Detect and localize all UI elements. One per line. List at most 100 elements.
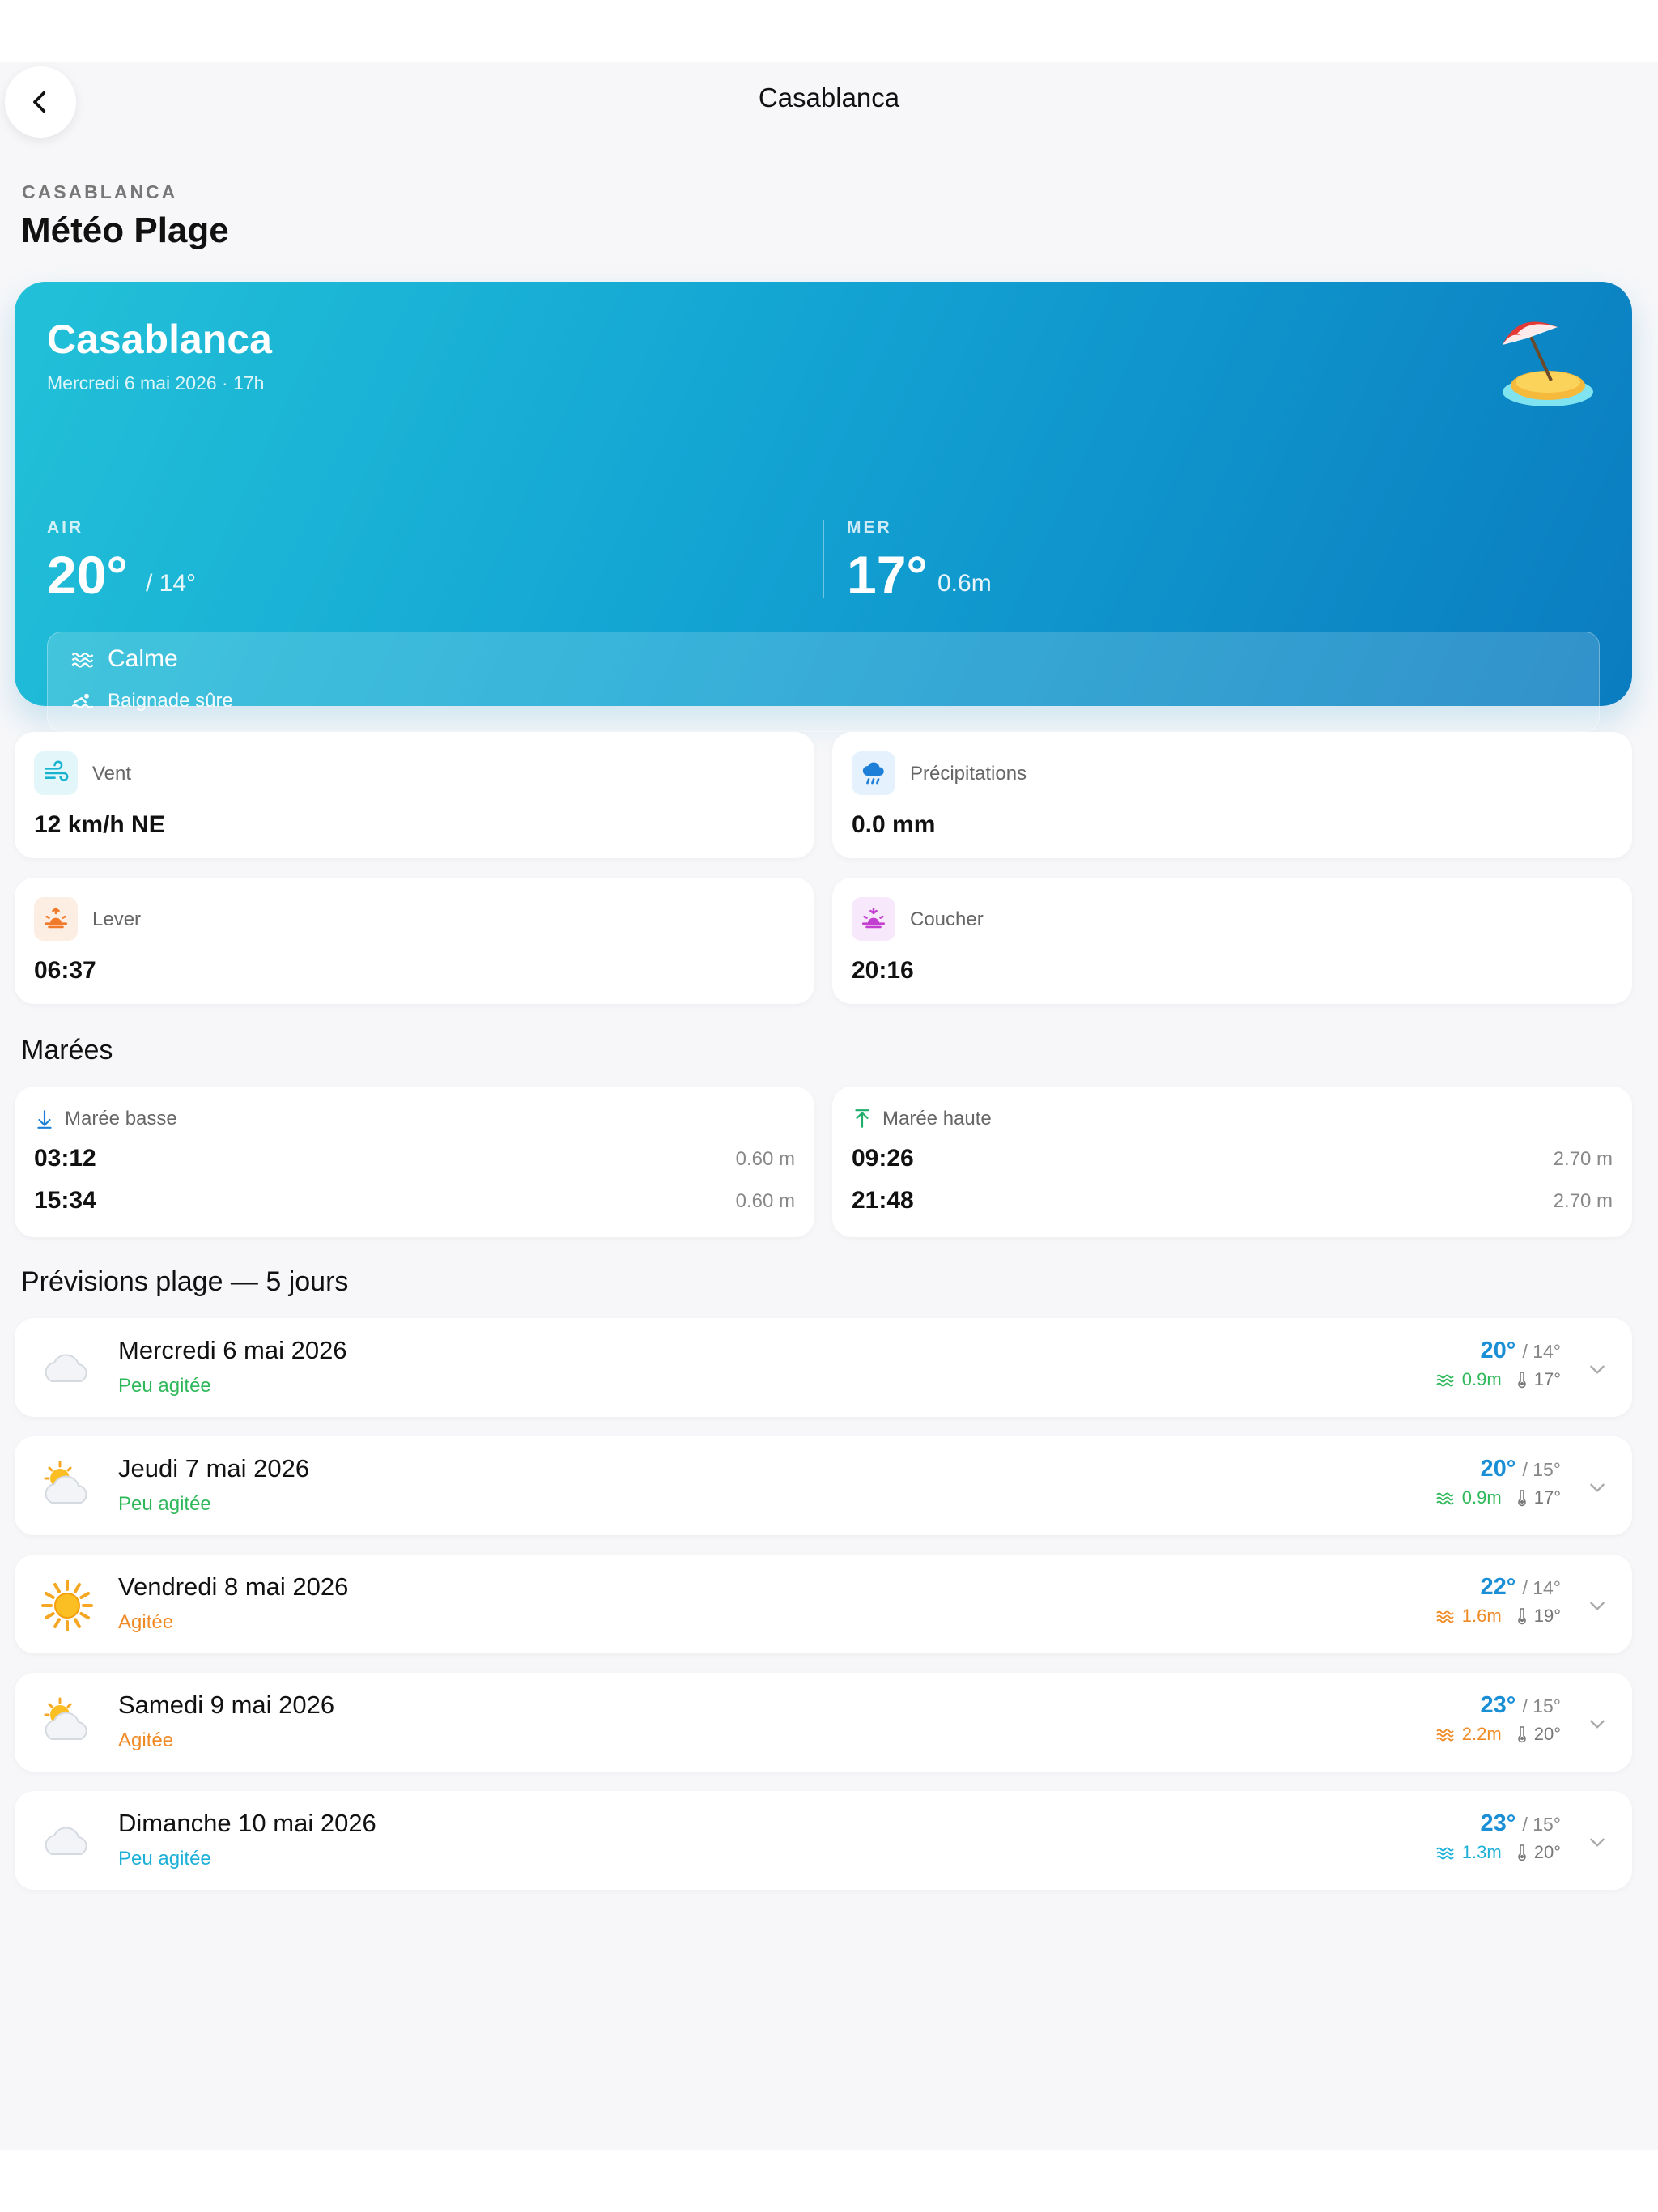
forecast-summary: 22° / 14° 1.6m 19° bbox=[1436, 1574, 1561, 1627]
forecast-day: Mercredi 6 mai 2026 bbox=[118, 1336, 347, 1364]
chevron-down-icon[interactable] bbox=[1587, 1359, 1608, 1380]
forecast-sea-info: 0.9m 17° bbox=[1436, 1487, 1561, 1508]
wind-value: 12 km/h NE bbox=[34, 811, 165, 838]
forecast-summary: 23° / 15° 1.3m 20° bbox=[1436, 1810, 1561, 1863]
high-tide-header: Marée haute bbox=[852, 1108, 992, 1130]
sea-state-row: Calme bbox=[70, 645, 178, 673]
nav-bar: Casablanca bbox=[0, 62, 1658, 139]
waves-icon bbox=[1436, 1610, 1454, 1623]
sun-icon bbox=[41, 1580, 93, 1631]
high-tide-height-2: 2.70 m bbox=[1553, 1190, 1613, 1212]
low-tide-time-1: 03:12 bbox=[34, 1145, 96, 1172]
forecast-day: Vendredi 8 mai 2026 bbox=[118, 1572, 349, 1601]
arrow-up-icon bbox=[855, 1109, 869, 1128]
page-title: Météo Plage bbox=[21, 211, 229, 250]
sunset-icon bbox=[852, 897, 895, 941]
forecast-low-temp: / 14° bbox=[1522, 1341, 1561, 1362]
forecast-day-row[interactable]: Samedi 9 mai 2026 Agitée 23° / 15° 2.2m … bbox=[15, 1673, 1632, 1772]
forecast-sea-condition: Peu agitée bbox=[118, 1375, 211, 1397]
forecast-summary: 20° / 15° 0.9m 17° bbox=[1436, 1456, 1561, 1508]
forecast-water-temp: 17° bbox=[1533, 1487, 1561, 1508]
forecast-sea-condition: Peu agitée bbox=[118, 1848, 211, 1870]
waves-icon bbox=[71, 653, 94, 668]
forecast-high-temp: 20° bbox=[1480, 1338, 1516, 1363]
wind-card: Vent 12 km/h NE bbox=[15, 732, 814, 858]
forecast-day: Jeudi 7 mai 2026 bbox=[118, 1454, 310, 1482]
thermometer-icon bbox=[1517, 1372, 1526, 1389]
forecast-sea-info: 2.2m 20° bbox=[1436, 1724, 1561, 1745]
precipitation-card: Précipitations 0.0 mm bbox=[832, 732, 1632, 858]
thermometer-icon bbox=[1517, 1490, 1526, 1507]
low-tide-header: Marée basse bbox=[34, 1108, 177, 1130]
high-tide-label: Marée haute bbox=[882, 1108, 992, 1129]
sun-behind-cloud-icon bbox=[44, 1697, 87, 1740]
forecast-water-temp: 17° bbox=[1533, 1369, 1561, 1389]
forecast-temps: 23° / 15° bbox=[1436, 1810, 1561, 1837]
forecast-high-temp: 22° bbox=[1480, 1574, 1516, 1600]
waves-icon bbox=[1436, 1492, 1454, 1505]
thermometer-icon bbox=[1517, 1608, 1526, 1625]
forecast-summary: 23° / 15° 2.2m 20° bbox=[1436, 1692, 1561, 1745]
low-tide-height-1: 0.60 m bbox=[735, 1148, 795, 1170]
forecast-day-row[interactable]: Mercredi 6 mai 2026 Peu agitée 20° / 14°… bbox=[15, 1318, 1632, 1417]
arrow-down-icon bbox=[37, 1110, 52, 1129]
app-screen: Casablanca CASABLANCA Météo Plage Casabl… bbox=[0, 62, 1658, 2150]
cloud-icon bbox=[45, 1827, 87, 1855]
nav-title: Casablanca bbox=[758, 83, 900, 113]
chevron-down-icon[interactable] bbox=[1587, 1595, 1608, 1616]
waves-icon bbox=[1436, 1847, 1454, 1860]
page-eyebrow: CASABLANCA bbox=[22, 181, 178, 202]
forecast-low-temp: / 15° bbox=[1522, 1814, 1561, 1835]
forecast-day-row[interactable]: Jeudi 7 mai 2026 Peu agitée 20° / 15° 0.… bbox=[15, 1436, 1632, 1535]
low-tide-time-2: 15:34 bbox=[34, 1187, 96, 1214]
forecast-temps: 20° / 14° bbox=[1436, 1338, 1561, 1364]
forecast-day-row[interactable]: Vendredi 8 mai 2026 Agitée 22° / 14° 1.6… bbox=[15, 1555, 1632, 1653]
high-tide-time-1: 09:26 bbox=[852, 1145, 914, 1172]
forecast-wave-height: 2.2m bbox=[1461, 1724, 1502, 1744]
current-weather-card: Casablanca Mercredi 6 mai 2026 · 17h AIR… bbox=[15, 282, 1632, 732]
chevron-down-icon[interactable] bbox=[1587, 1831, 1608, 1853]
forecast-high-temp: 20° bbox=[1480, 1456, 1516, 1482]
air-label: AIR bbox=[47, 518, 84, 537]
forecast-wave-height: 1.6m bbox=[1461, 1606, 1502, 1626]
swimmer-icon bbox=[71, 693, 94, 708]
wind-label: Vent bbox=[92, 763, 132, 785]
wave-height: 0.6m bbox=[937, 570, 992, 597]
beach-umbrella-island-icon bbox=[1503, 321, 1593, 406]
forecast-high-temp: 23° bbox=[1480, 1810, 1516, 1836]
high-tide-card: Marée haute 09:26 2.70 m 21:48 2.70 m bbox=[832, 1087, 1632, 1237]
cloud-icon bbox=[45, 1354, 87, 1382]
precipitation-label: Précipitations bbox=[910, 763, 1027, 785]
forecast-wave-height: 1.3m bbox=[1461, 1842, 1502, 1862]
forecast-low-temp: / 15° bbox=[1522, 1459, 1561, 1480]
sunset-label: Coucher bbox=[910, 908, 984, 930]
sea-status-panel: Calme Baignade sûre bbox=[47, 632, 1600, 732]
hero-city: Casablanca bbox=[47, 317, 272, 362]
forecast-sea-info: 0.9m 17° bbox=[1436, 1369, 1561, 1390]
forecast-day-row[interactable]: Dimanche 10 mai 2026 Peu agitée 23° / 15… bbox=[15, 1791, 1632, 1890]
sea-state: Calme bbox=[108, 645, 178, 672]
forecast-sea-info: 1.6m 19° bbox=[1436, 1606, 1561, 1627]
forecast-day: Dimanche 10 mai 2026 bbox=[118, 1809, 376, 1837]
forecast-high-temp: 23° bbox=[1480, 1692, 1516, 1718]
wind-icon bbox=[34, 751, 78, 795]
hero-divider bbox=[823, 520, 824, 598]
forecast-sea-info: 1.3m 20° bbox=[1436, 1842, 1561, 1863]
sea-temperature: 17° bbox=[847, 545, 928, 605]
waves-icon bbox=[1436, 1374, 1454, 1387]
rain-cloud-icon bbox=[852, 751, 895, 795]
air-temperature: 20° bbox=[47, 545, 128, 605]
sunrise-icon bbox=[34, 897, 78, 941]
forecast-wave-height: 0.9m bbox=[1461, 1487, 1502, 1508]
low-tide-label: Marée basse bbox=[65, 1108, 177, 1129]
air-min-temperature: / 14° bbox=[146, 570, 197, 597]
swim-safety: Baignade sûre bbox=[108, 690, 233, 712]
forecast-title: Prévisions plage — 5 jours bbox=[21, 1266, 349, 1297]
forecast-wave-height: 0.9m bbox=[1461, 1369, 1502, 1389]
sunrise-label: Lever bbox=[92, 908, 142, 930]
chevron-down-icon[interactable] bbox=[1587, 1477, 1608, 1498]
chevron-down-icon[interactable] bbox=[1587, 1713, 1608, 1734]
sunrise-value: 06:37 bbox=[34, 957, 96, 984]
high-tide-height-1: 2.70 m bbox=[1553, 1148, 1613, 1170]
thermometer-icon bbox=[1517, 1726, 1526, 1743]
